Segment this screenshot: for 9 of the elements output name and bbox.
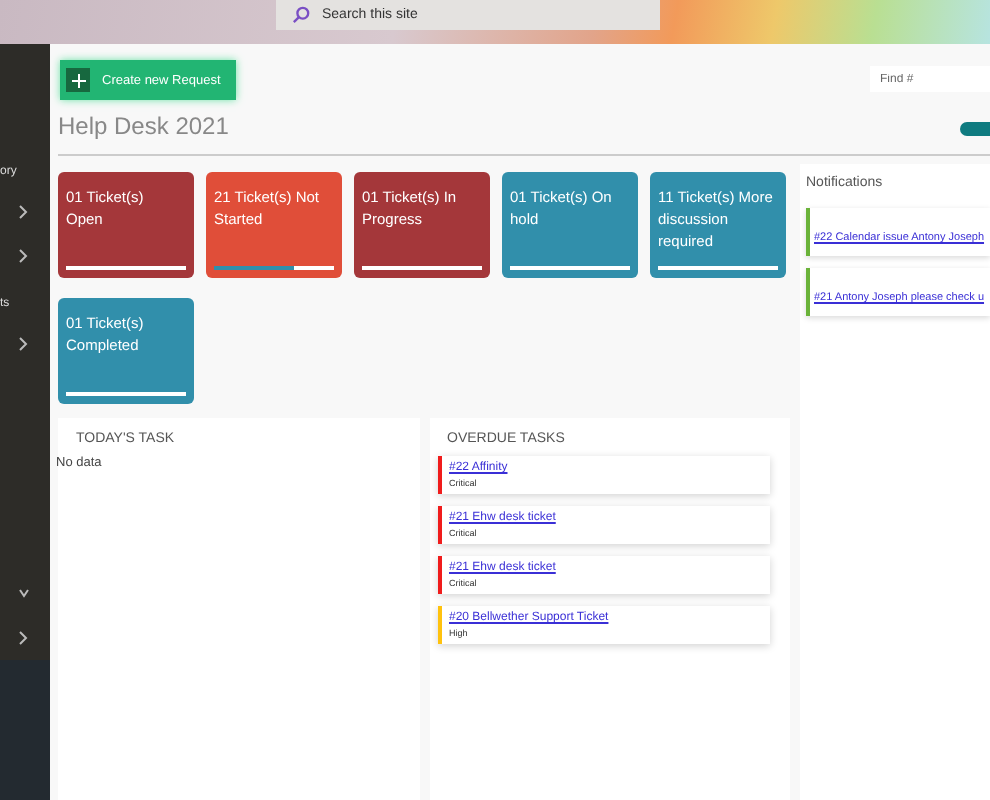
page-title: Help Desk 2021 <box>58 112 229 140</box>
chevron-right-icon[interactable] <box>18 630 30 646</box>
chevron-right-icon[interactable] <box>18 248 30 264</box>
toggle-switch[interactable] <box>960 121 990 135</box>
chevron-down-icon[interactable] <box>18 586 30 602</box>
chevron-right-icon[interactable] <box>18 204 30 220</box>
chevron-right-icon[interactable] <box>18 336 30 352</box>
plus-icon <box>71 73 85 87</box>
search-icon <box>292 6 310 24</box>
